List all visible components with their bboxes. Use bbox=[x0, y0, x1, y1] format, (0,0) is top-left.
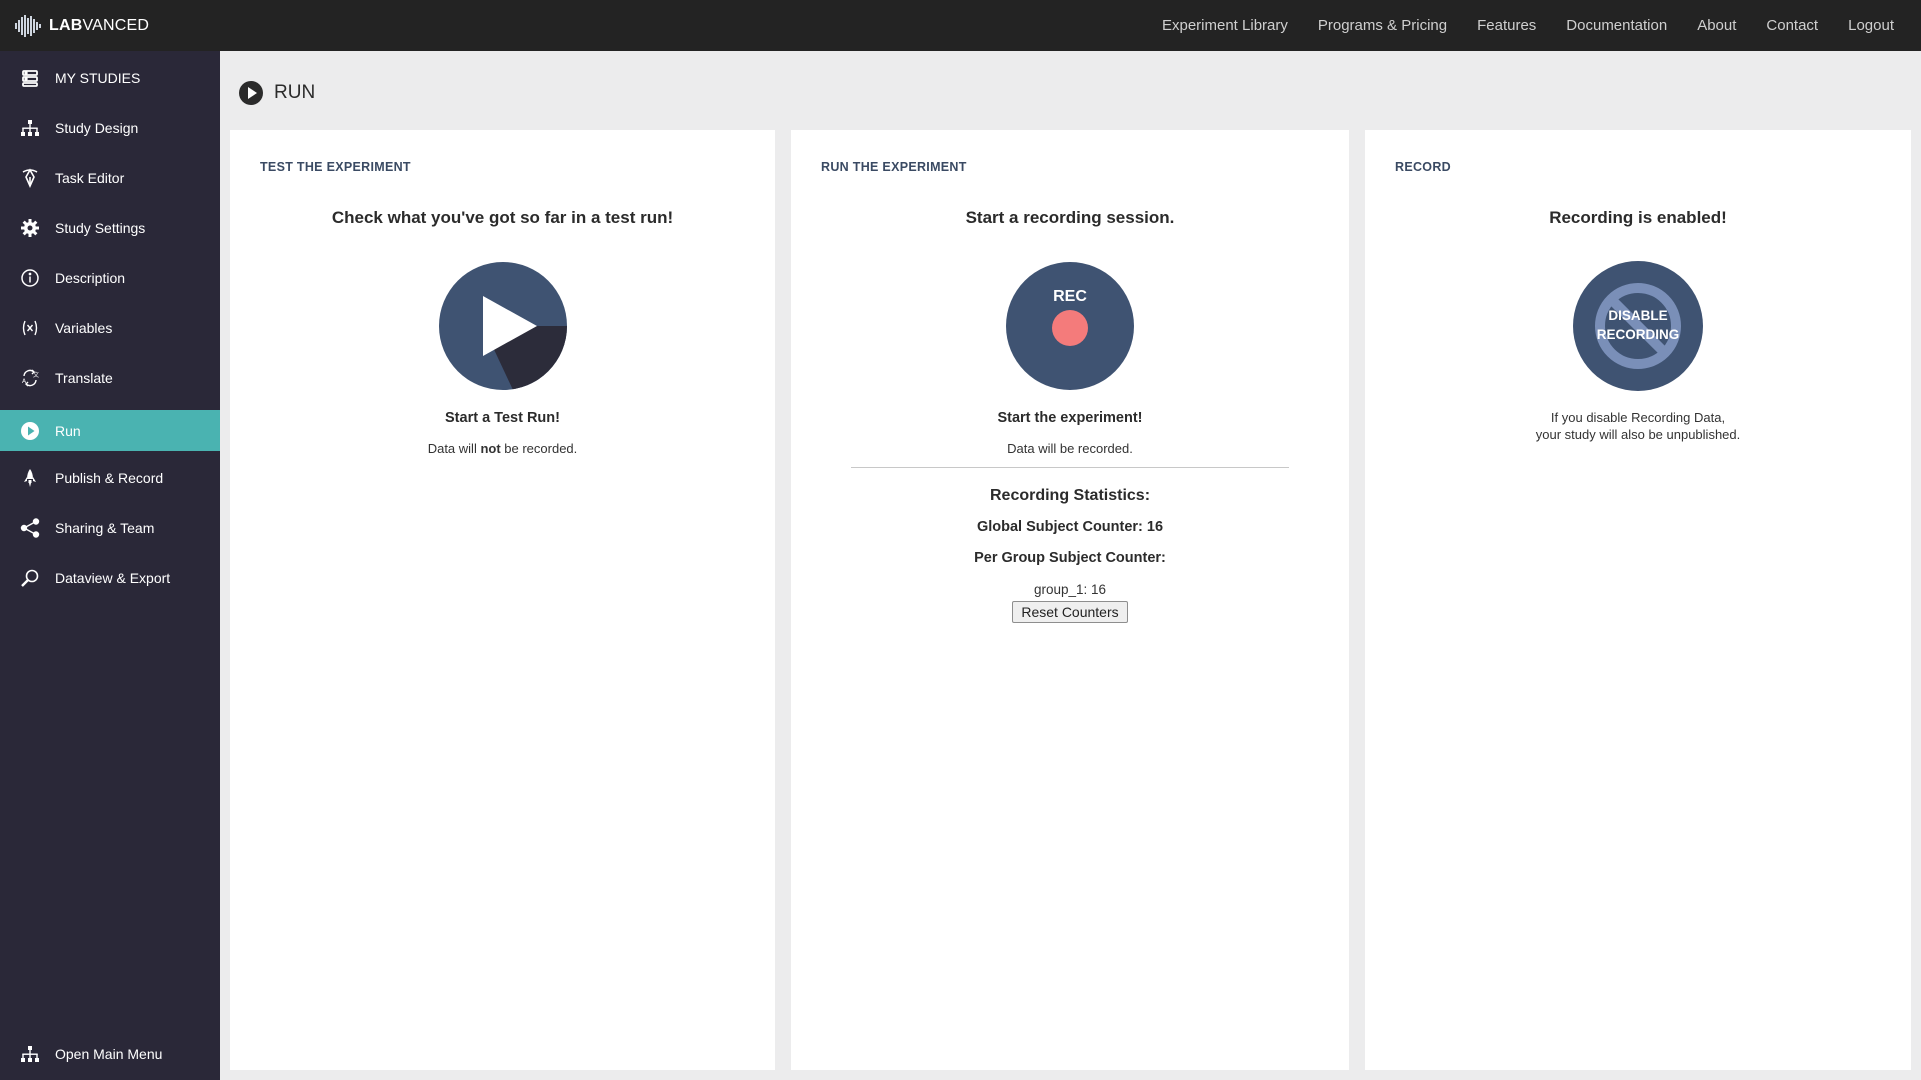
record-panel: RECORD Recording is enabled! DISABLE REC… bbox=[1365, 130, 1911, 1070]
sidebar-item-label: Sharing & Team bbox=[55, 520, 155, 536]
per-group-counter-label: Per Group Subject Counter: bbox=[974, 550, 1166, 566]
sidebar-item-my-studies[interactable]: MY STUDIES bbox=[0, 53, 220, 103]
magnifier-icon bbox=[20, 568, 40, 588]
test-run-caption: Start a Test Run! bbox=[445, 410, 560, 426]
start-experiment-caption: Start the experiment! bbox=[997, 410, 1143, 426]
nav-contact[interactable]: Contact bbox=[1751, 0, 1833, 51]
nav-documentation[interactable]: Documentation bbox=[1551, 0, 1682, 51]
sidebar-item-description[interactable]: Description bbox=[0, 253, 220, 303]
play-icon bbox=[482, 296, 567, 390]
sidebar-item-study-design[interactable]: Study Design bbox=[0, 103, 220, 153]
top-bar: LABVANCED Experiment Library Programs & … bbox=[0, 0, 1921, 51]
svg-text:文: 文 bbox=[33, 371, 39, 379]
panel-subtitle: Recording is enabled! bbox=[1549, 208, 1727, 227]
disable-recording-button[interactable]: DISABLE RECORDING bbox=[1573, 261, 1703, 391]
page-header: RUN bbox=[238, 80, 315, 106]
test-experiment-panel: TEST THE EXPERIMENT Check what you've go… bbox=[230, 130, 775, 1070]
rec-label: REC bbox=[1053, 288, 1087, 305]
play-circle-icon bbox=[239, 81, 263, 105]
nav-logout[interactable]: Logout bbox=[1833, 0, 1909, 51]
top-nav: Experiment Library Programs & Pricing Fe… bbox=[1147, 0, 1909, 51]
panel-heading: RECORD bbox=[1395, 160, 1451, 174]
page-title: RUN bbox=[274, 82, 316, 103]
nav-programs-pricing[interactable]: Programs & Pricing bbox=[1303, 0, 1462, 51]
sidebar-item-label: Study Settings bbox=[55, 220, 146, 236]
nav-about[interactable]: About bbox=[1682, 0, 1751, 51]
divider bbox=[851, 467, 1289, 468]
sidebar-item-dataview-export[interactable]: Dataview & Export bbox=[0, 553, 220, 603]
global-subject-counter: Global Subject Counter: 16 bbox=[976, 519, 1164, 535]
sidebar-item-label: MY STUDIES bbox=[55, 70, 141, 86]
test-run-note: Data will not be recorded. bbox=[427, 441, 578, 456]
disable-recording-note: If you disable Recording Data, your stud… bbox=[1535, 410, 1741, 442]
sidebar-item-task-editor[interactable]: Task Editor bbox=[0, 153, 220, 203]
reset-counters-button[interactable]: Reset Counters bbox=[1012, 601, 1128, 623]
hierarchy-icon bbox=[20, 118, 40, 138]
variable-icon bbox=[20, 318, 40, 338]
sidebar-item-study-settings[interactable]: Study Settings bbox=[0, 203, 220, 253]
sidebar-item-label: Description bbox=[55, 270, 126, 286]
labvanced-logo[interactable]: LABVANCED bbox=[14, 14, 220, 38]
group-counter: group_1: 16 bbox=[1033, 582, 1107, 597]
recording-stats-title: Recording Statistics: bbox=[989, 487, 1151, 504]
waveform-logo-icon bbox=[15, 14, 41, 37]
sidebar-item-variables[interactable]: Variables bbox=[0, 303, 220, 353]
stack-icon bbox=[20, 68, 40, 88]
play-icon bbox=[20, 421, 40, 441]
nav-features[interactable]: Features bbox=[1462, 0, 1551, 51]
hierarchy-icon bbox=[20, 1044, 40, 1064]
sidebar: MY STUDIES Study Design Task Editor Stud… bbox=[0, 51, 220, 1080]
rec-dot-icon bbox=[1052, 310, 1088, 346]
run-note: Data will be recorded. bbox=[1007, 441, 1133, 456]
panel-subtitle: Start a recording session. bbox=[965, 208, 1175, 227]
share-icon bbox=[20, 518, 40, 538]
run-experiment-panel: RUN THE EXPERIMENT Start a recording ses… bbox=[791, 130, 1349, 1070]
test-run-button[interactable] bbox=[438, 262, 567, 390]
sidebar-item-translate[interactable]: A文 Translate bbox=[0, 353, 220, 403]
rocket-icon bbox=[20, 468, 40, 488]
panel-heading: RUN THE EXPERIMENT bbox=[821, 160, 967, 174]
sidebar-item-label: Variables bbox=[55, 320, 113, 336]
sidebar-item-label: Publish & Record bbox=[55, 470, 164, 486]
open-main-menu-button[interactable]: Open Main Menu bbox=[0, 1029, 220, 1079]
pen-icon bbox=[20, 168, 40, 188]
nav-experiment-library[interactable]: Experiment Library bbox=[1147, 0, 1303, 51]
logo-text: LABVANCED bbox=[49, 16, 150, 34]
sidebar-item-label: Task Editor bbox=[55, 170, 125, 186]
sidebar-item-label: Run bbox=[55, 422, 81, 439]
sidebar-item-publish-record[interactable]: Publish & Record bbox=[0, 453, 220, 503]
sidebar-item-label: Open Main Menu bbox=[55, 1046, 163, 1062]
gear-icon bbox=[20, 218, 40, 238]
start-recording-button[interactable]: REC bbox=[1006, 262, 1134, 390]
translate-icon: A文 bbox=[20, 368, 40, 388]
panel-subtitle: Check what you've got so far in a test r… bbox=[331, 208, 674, 227]
sidebar-item-sharing-team[interactable]: Sharing & Team bbox=[0, 503, 220, 553]
panel-heading: TEST THE EXPERIMENT bbox=[260, 160, 411, 174]
info-icon bbox=[20, 268, 40, 288]
disable-recording-label: DISABLE RECORDING bbox=[1596, 308, 1680, 342]
sidebar-item-label: Translate bbox=[55, 370, 113, 386]
sidebar-item-label: Dataview & Export bbox=[55, 570, 171, 586]
sidebar-item-run[interactable]: Run bbox=[0, 410, 220, 451]
sidebar-item-label: Study Design bbox=[55, 120, 139, 136]
